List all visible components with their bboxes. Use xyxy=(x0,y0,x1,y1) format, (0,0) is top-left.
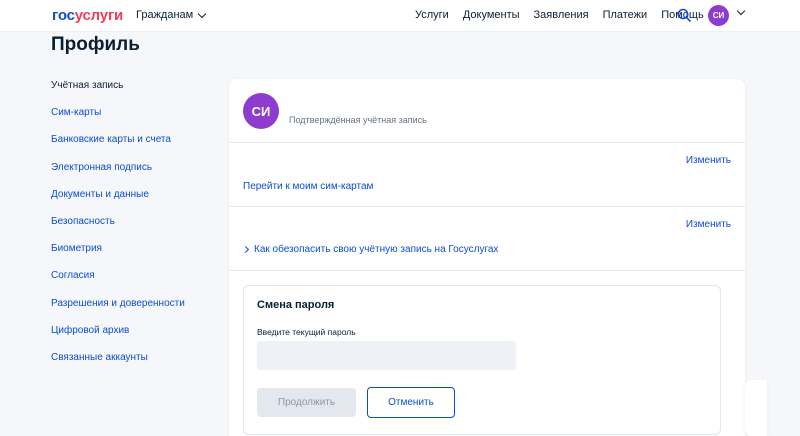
profile-sidebar: Учётная запись Сим-карты Банковские карт… xyxy=(51,79,221,378)
edit-phone-link[interactable]: Изменить xyxy=(686,155,731,166)
nav-documents[interactable]: Документы xyxy=(463,9,520,21)
user-avatar[interactable]: СИ xyxy=(708,5,729,26)
logo-part-gos: гос xyxy=(52,7,75,24)
logo-part-uslugi: услуги xyxy=(74,7,124,24)
chevron-down-icon xyxy=(197,9,207,18)
divider xyxy=(229,270,745,271)
verified-status: Подтверждённая учётная запись xyxy=(289,115,427,125)
page-title: Профиль xyxy=(51,34,140,55)
sidebar-item-digital-archive[interactable]: Цифровой архив xyxy=(51,324,221,351)
sidebar-item-permissions[interactable]: Разрешения и доверенности xyxy=(51,297,221,324)
change-password-panel: Смена пароля Введите текущий пароль Прод… xyxy=(243,285,721,435)
sidebar-item-e-signature[interactable]: Электронная подпись xyxy=(51,161,221,188)
audience-label: Гражданам xyxy=(136,9,194,21)
chevron-right-icon xyxy=(241,245,250,254)
change-password-title: Смена пароля xyxy=(257,299,335,311)
avatar: СИ xyxy=(243,93,279,129)
edit-email-link[interactable]: Изменить xyxy=(686,219,731,230)
audience-selector[interactable]: Гражданам xyxy=(136,9,207,21)
sidebar-item-sim-cards[interactable]: Сим-карты xyxy=(51,106,221,133)
side-panel-edge xyxy=(745,380,767,436)
nav-applications[interactable]: Заявления xyxy=(534,9,589,21)
sidebar-item-security[interactable]: Безопасность xyxy=(51,215,221,242)
nav-payments[interactable]: Платежи xyxy=(603,9,648,21)
account-card: СИ Подтверждённая учётная запись Изменит… xyxy=(229,79,745,436)
secure-account-label: Как обезопасить свою учётную запись на Г… xyxy=(254,244,499,255)
divider xyxy=(229,206,745,207)
sidebar-item-bank-cards[interactable]: Банковские карты и счета xyxy=(51,133,221,160)
sidebar-item-linked-accounts[interactable]: Связанные аккаунты xyxy=(51,351,221,378)
sidebar-item-consents[interactable]: Согласия xyxy=(51,269,221,296)
sim-cards-link[interactable]: Перейти к моим сим-картам xyxy=(243,181,373,192)
nav-services[interactable]: Услуги xyxy=(415,9,449,21)
account-menu-chevron-icon[interactable] xyxy=(736,6,746,16)
cancel-button[interactable]: Отменить xyxy=(367,387,455,418)
current-password-input[interactable] xyxy=(257,341,516,370)
sidebar-item-documents[interactable]: Документы и данные xyxy=(51,188,221,215)
current-password-label: Введите текущий пароль xyxy=(257,327,356,337)
top-navigation: Услуги Документы Заявления Платежи Помощ… xyxy=(415,9,704,21)
gosuslugi-logo[interactable]: госуслуги xyxy=(52,7,123,24)
top-header: госуслуги Гражданам Услуги Документы Зая… xyxy=(0,0,800,32)
sidebar-item-account[interactable]: Учётная запись xyxy=(51,79,221,106)
divider xyxy=(229,142,745,143)
sidebar-item-biometrics[interactable]: Биометрия xyxy=(51,242,221,269)
secure-account-link[interactable]: Как обезопасить свою учётную запись на Г… xyxy=(241,244,499,255)
search-icon[interactable] xyxy=(677,8,691,22)
continue-button[interactable]: Продолжить xyxy=(257,388,356,417)
